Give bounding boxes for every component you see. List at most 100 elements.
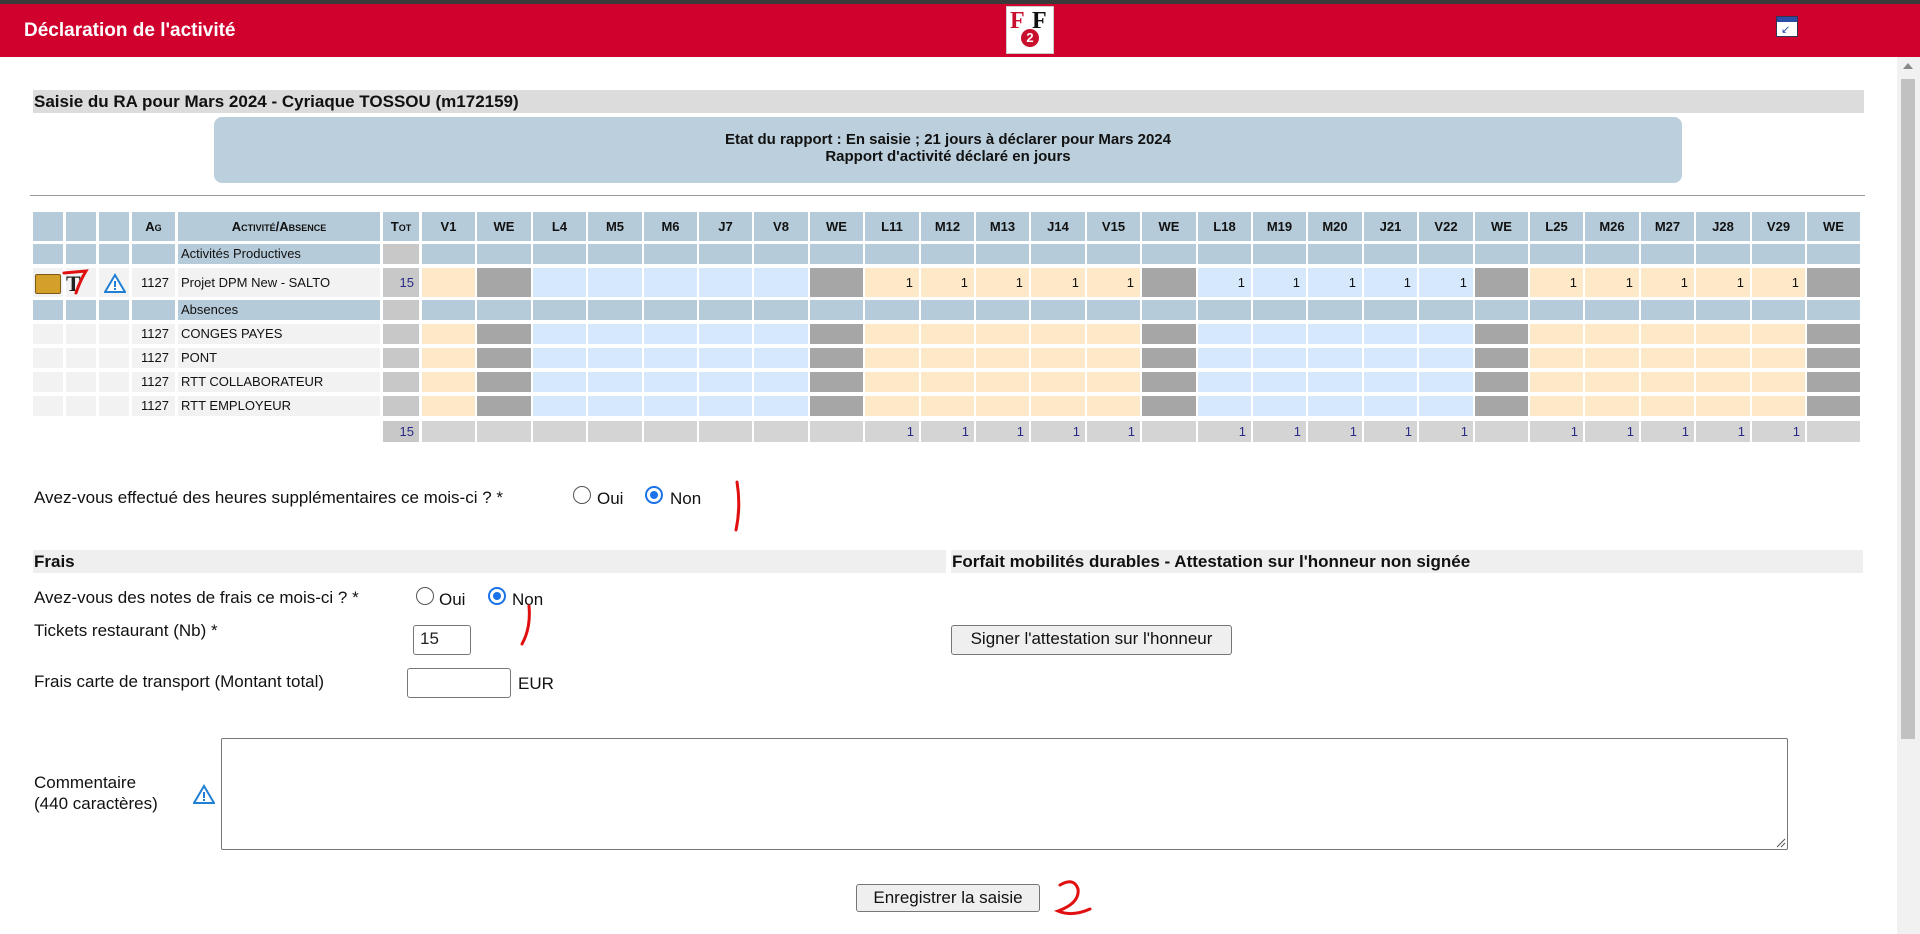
day-cell[interactable]	[1198, 372, 1251, 392]
day-cell[interactable]	[422, 396, 475, 416]
day-cell[interactable]	[533, 348, 586, 368]
day-cell[interactable]: 1	[1752, 268, 1805, 297]
day-cell[interactable]	[533, 324, 586, 344]
day-cell[interactable]	[1641, 396, 1694, 416]
day-cell[interactable]	[1308, 396, 1362, 416]
day-cell[interactable]	[422, 268, 475, 297]
day-cell[interactable]	[588, 324, 642, 344]
day-cell[interactable]	[1585, 372, 1639, 392]
scrollbar-thumb[interactable]	[1901, 79, 1915, 739]
day-cell[interactable]	[1752, 324, 1805, 344]
day-cell[interactable]	[754, 348, 808, 368]
day-cell[interactable]	[1696, 396, 1750, 416]
day-cell[interactable]	[1419, 324, 1473, 344]
day-cell[interactable]	[1752, 396, 1805, 416]
day-cell[interactable]	[1364, 348, 1417, 368]
day-cell[interactable]	[699, 372, 752, 392]
day-cell[interactable]	[1696, 324, 1750, 344]
day-cell[interactable]	[644, 324, 697, 344]
day-cell[interactable]	[1752, 372, 1805, 392]
day-cell[interactable]	[1530, 348, 1583, 368]
day-cell[interactable]	[1253, 348, 1306, 368]
day-cell[interactable]	[976, 324, 1029, 344]
day-cell[interactable]	[1364, 324, 1417, 344]
day-cell[interactable]	[644, 372, 697, 392]
day-cell[interactable]	[1198, 396, 1251, 416]
day-cell[interactable]	[644, 396, 697, 416]
folder-icon[interactable]	[35, 274, 61, 294]
day-cell[interactable]: 1	[1031, 268, 1085, 297]
day-cell[interactable]	[1585, 324, 1639, 344]
transport-input[interactable]	[407, 668, 511, 698]
day-cell[interactable]	[422, 348, 475, 368]
day-cell[interactable]: 1	[1530, 268, 1583, 297]
day-cell[interactable]	[1308, 348, 1362, 368]
warning-icon[interactable]	[104, 273, 126, 293]
day-cell[interactable]	[1530, 324, 1583, 344]
day-cell[interactable]	[754, 268, 808, 297]
day-cell[interactable]	[1364, 372, 1417, 392]
page-scrollbar[interactable]	[1897, 57, 1920, 934]
day-cell[interactable]	[1641, 348, 1694, 368]
day-cell[interactable]	[1031, 324, 1085, 344]
day-cell[interactable]: 1	[1364, 268, 1417, 297]
day-cell[interactable]	[976, 348, 1029, 368]
day-cell[interactable]: 1	[1641, 268, 1694, 297]
day-cell[interactable]	[1253, 372, 1306, 392]
day-cell[interactable]	[1253, 396, 1306, 416]
day-cell[interactable]	[1585, 396, 1639, 416]
day-cell[interactable]	[533, 396, 586, 416]
day-cell[interactable]: 1	[976, 268, 1029, 297]
day-cell[interactable]	[1087, 372, 1140, 392]
comment-textarea[interactable]	[221, 738, 1788, 850]
day-cell[interactable]	[1530, 396, 1583, 416]
day-cell[interactable]	[1031, 348, 1085, 368]
day-cell[interactable]	[921, 348, 974, 368]
day-cell[interactable]	[1419, 372, 1473, 392]
day-cell[interactable]	[1087, 324, 1140, 344]
day-cell[interactable]	[865, 396, 919, 416]
overtime-oui-radio[interactable]	[573, 486, 591, 504]
day-cell[interactable]	[699, 396, 752, 416]
sign-attestation-button[interactable]: Signer l'attestation sur l'honneur	[951, 625, 1232, 655]
day-cell[interactable]	[1530, 372, 1583, 392]
day-cell[interactable]	[644, 348, 697, 368]
day-cell[interactable]	[976, 372, 1029, 392]
day-cell[interactable]	[865, 324, 919, 344]
day-cell[interactable]: 1	[1696, 268, 1750, 297]
day-cell[interactable]	[644, 268, 697, 297]
day-cell[interactable]	[1364, 396, 1417, 416]
day-cell[interactable]	[1308, 372, 1362, 392]
day-cell[interactable]	[1308, 324, 1362, 344]
day-cell[interactable]	[1087, 348, 1140, 368]
day-cell[interactable]: 1	[865, 268, 919, 297]
day-cell[interactable]	[699, 324, 752, 344]
day-cell[interactable]	[1641, 372, 1694, 392]
save-button[interactable]: Enregistrer la saisie	[856, 884, 1040, 912]
day-cell[interactable]	[1087, 396, 1140, 416]
day-cell[interactable]	[1253, 324, 1306, 344]
day-cell[interactable]	[976, 396, 1029, 416]
expenses-non-radio[interactable]	[488, 587, 506, 605]
day-cell[interactable]	[422, 372, 475, 392]
day-cell[interactable]	[1641, 324, 1694, 344]
day-cell[interactable]: 1	[1198, 268, 1251, 297]
day-cell[interactable]	[1419, 396, 1473, 416]
day-cell[interactable]: 1	[1087, 268, 1140, 297]
day-cell[interactable]	[699, 268, 752, 297]
day-cell[interactable]	[865, 372, 919, 392]
day-cell[interactable]	[533, 268, 586, 297]
day-cell[interactable]	[921, 324, 974, 344]
day-cell[interactable]	[588, 372, 642, 392]
day-cell[interactable]: 1	[1253, 268, 1306, 297]
day-cell[interactable]	[754, 372, 808, 392]
day-cell[interactable]: 1	[1585, 268, 1639, 297]
day-cell[interactable]	[1696, 372, 1750, 392]
day-cell[interactable]	[754, 396, 808, 416]
day-cell[interactable]: 1	[921, 268, 974, 297]
expenses-oui-label[interactable]: Oui	[439, 590, 465, 610]
day-cell[interactable]	[1752, 348, 1805, 368]
day-cell[interactable]	[865, 348, 919, 368]
overtime-non-radio[interactable]	[645, 486, 663, 504]
day-cell[interactable]	[1031, 396, 1085, 416]
